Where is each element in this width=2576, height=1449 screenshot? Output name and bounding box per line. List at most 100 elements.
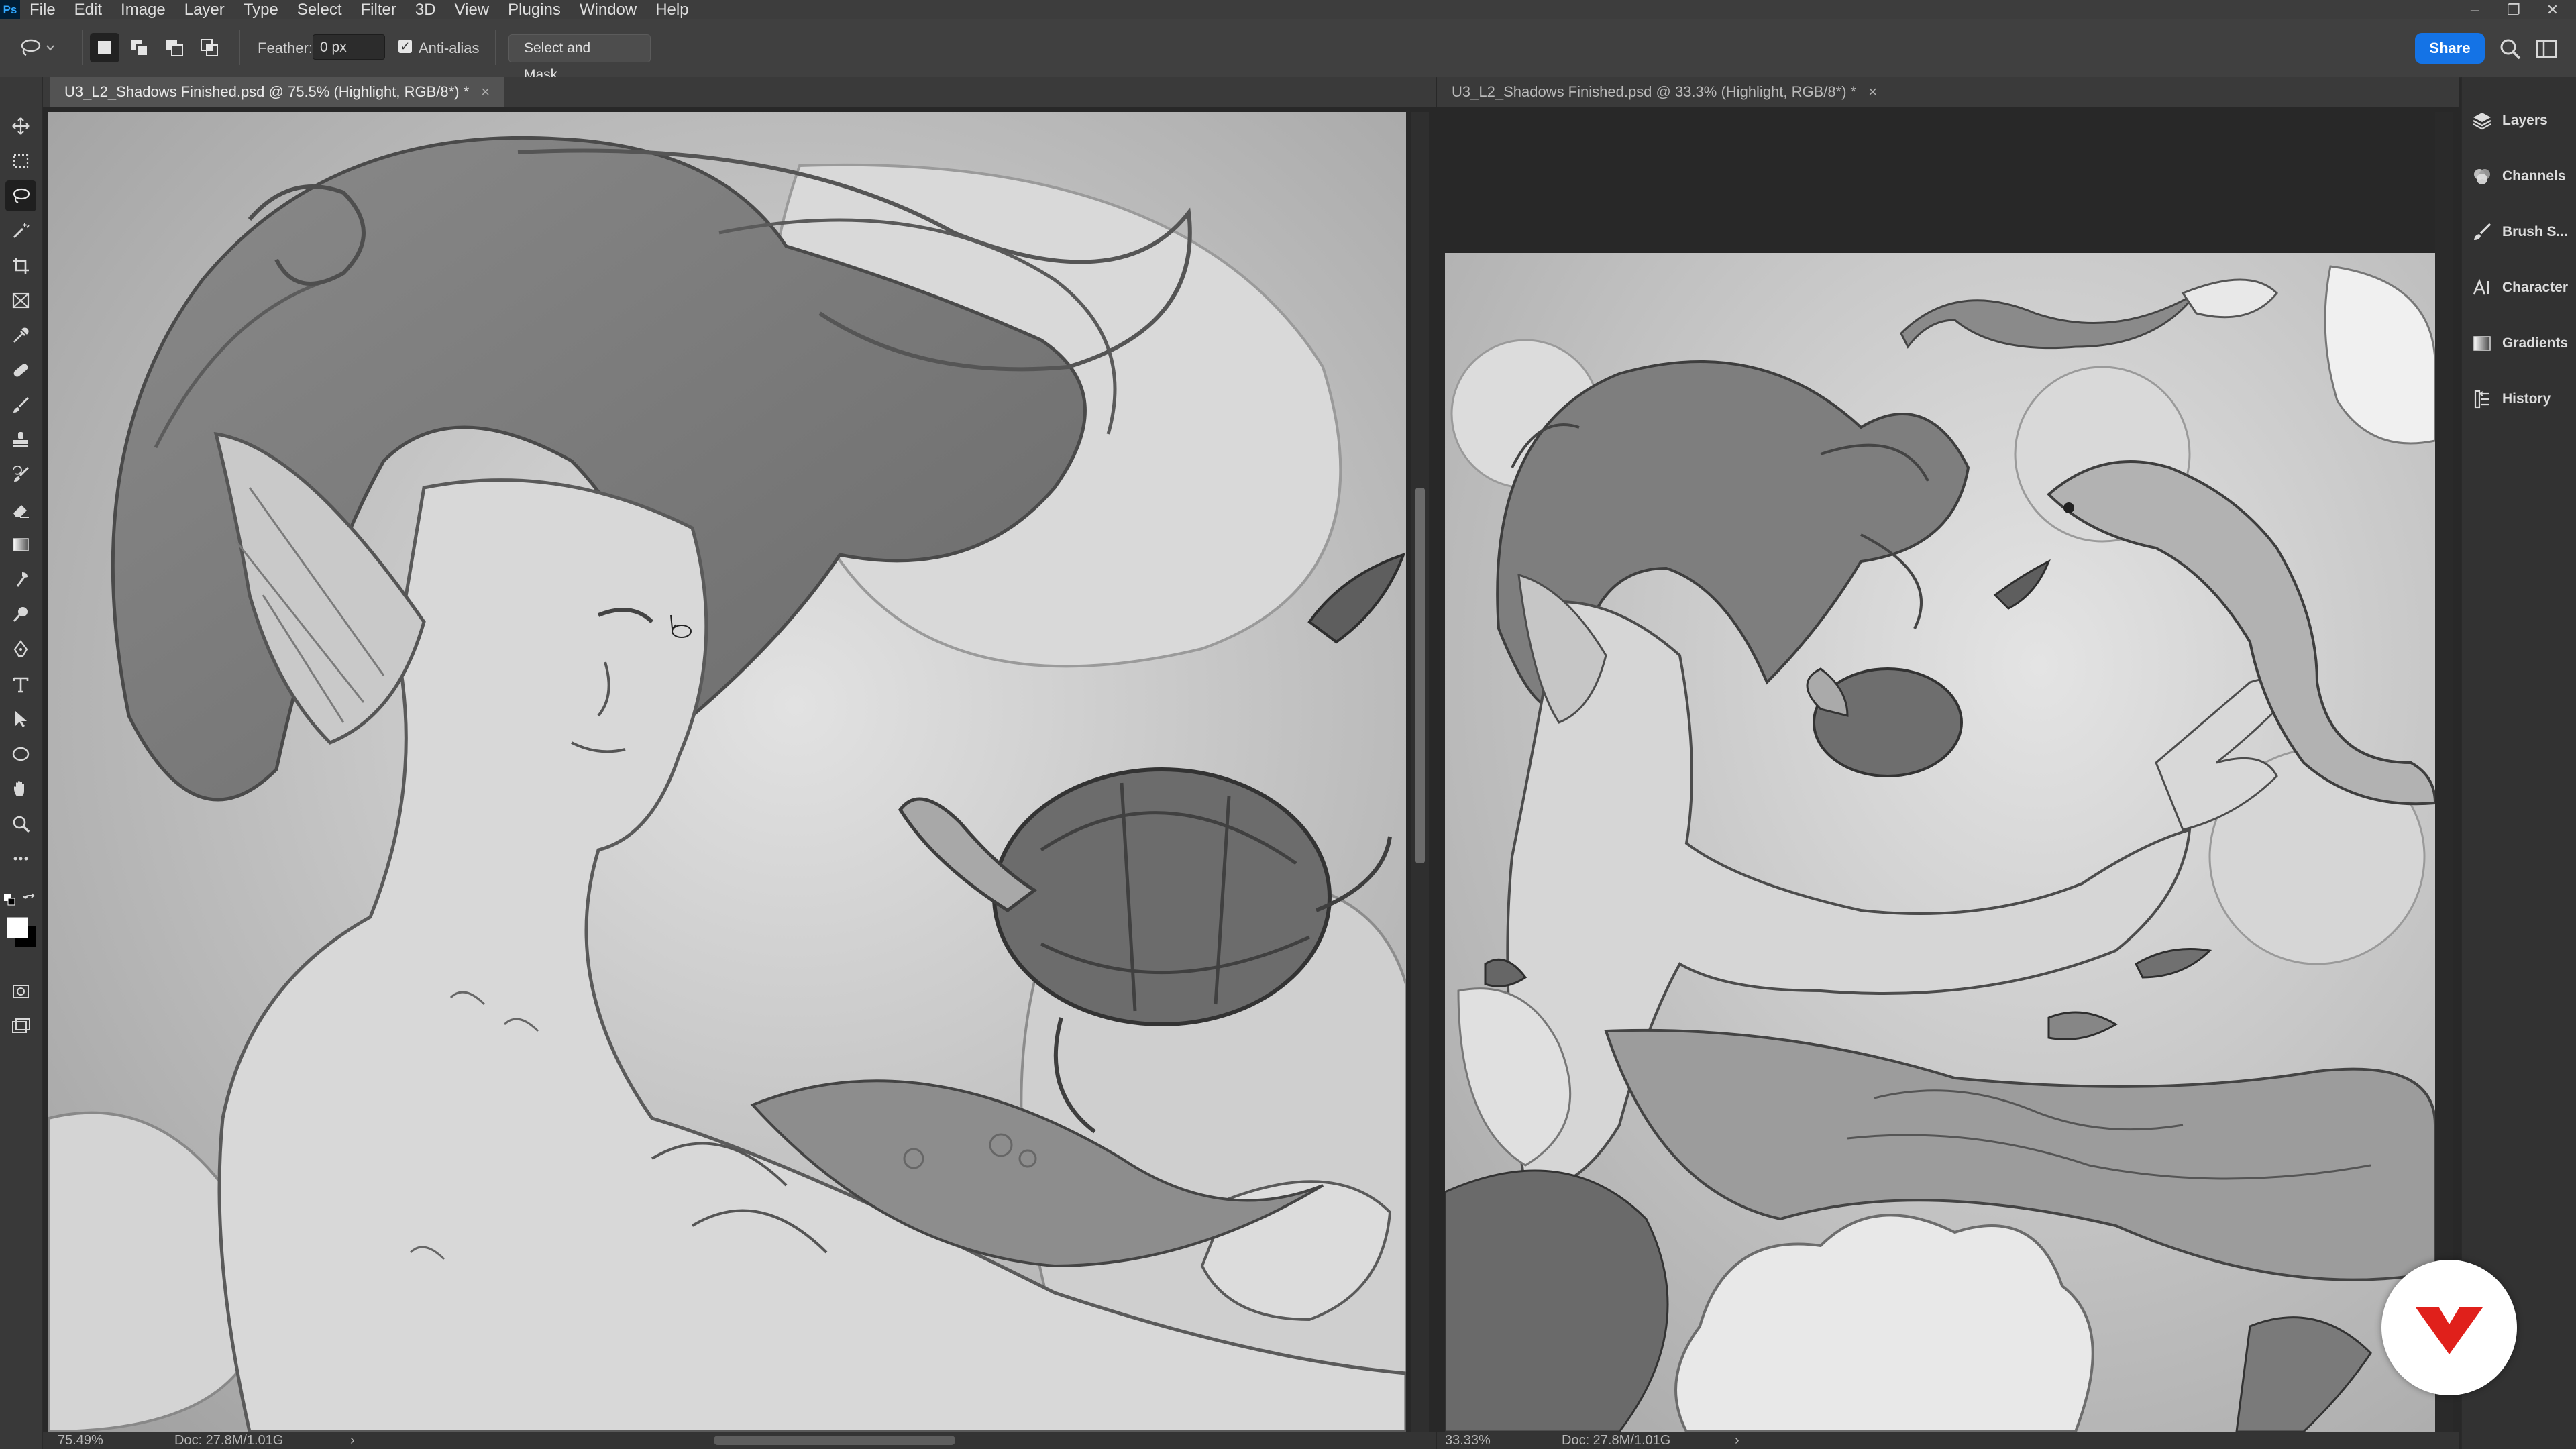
menu-edit[interactable]: Edit (65, 0, 111, 19)
anti-alias-checkbox[interactable]: ✓ (398, 40, 412, 53)
swap-colors-icon[interactable] (23, 893, 38, 908)
gradients-icon (2473, 336, 2491, 351)
new-selection-button[interactable] (90, 33, 119, 62)
screen-mode-button[interactable] (5, 1011, 36, 1042)
quick-mask-icon (13, 985, 29, 998)
lasso-icon (21, 39, 41, 56)
quick-mask-button[interactable] (5, 976, 36, 1007)
close-tab-icon[interactable]: × (1868, 83, 1877, 100)
brush-settings-icon (2474, 223, 2491, 240)
history-brush-icon (13, 465, 30, 482)
type-tool[interactable] (5, 669, 36, 700)
blur-tool[interactable] (5, 564, 36, 595)
status-menu-arrow[interactable]: › (1735, 1432, 1739, 1449)
anti-alias-label: Anti-alias (419, 40, 480, 56)
panel-label: Layers (2502, 113, 2548, 128)
minimize-button[interactable]: – (2455, 0, 2494, 19)
brand-logo (2381, 1260, 2517, 1395)
magic-wand-tool[interactable] (5, 215, 36, 246)
panel-label: History (2502, 391, 2551, 407)
divider (239, 30, 240, 65)
menu-help[interactable]: Help (646, 0, 698, 19)
new-selection-icon (98, 41, 111, 54)
path-select-tool[interactable] (5, 704, 36, 735)
menu-window[interactable]: Window (570, 0, 646, 19)
tool-preset-picker[interactable] (19, 33, 72, 62)
document-canvas[interactable] (1445, 253, 2435, 1432)
eyedropper-tool[interactable] (5, 320, 36, 351)
stamp-tool[interactable] (5, 425, 36, 455)
foreground-color-swatch[interactable] (7, 917, 28, 938)
panel-channels[interactable]: Channels (2471, 156, 2576, 197)
status-menu-arrow[interactable]: › (350, 1432, 355, 1449)
chevron-down-icon (46, 45, 54, 51)
gradient-icon (13, 538, 29, 551)
add-selection-icon (131, 40, 148, 56)
menu-type[interactable]: Type (234, 0, 288, 19)
lasso-tool[interactable] (5, 180, 36, 211)
frame-tool[interactable] (5, 285, 36, 316)
panel-history[interactable]: History (2471, 378, 2576, 420)
vertical-scrollbar[interactable] (2435, 112, 2453, 1432)
status-bar: 75.49% Doc: 27.8M/1.01G › (43, 1432, 1436, 1449)
intersect-selection-button[interactable] (195, 33, 224, 62)
subtract-selection-button[interactable] (160, 33, 189, 62)
menu-3d[interactable]: 3D (406, 0, 445, 19)
brush-icon (13, 396, 30, 413)
zoom-level[interactable]: 75.49% (58, 1432, 103, 1449)
menu-layer[interactable]: Layer (175, 0, 234, 19)
default-colors-icon[interactable] (3, 893, 17, 908)
panel-character[interactable]: Character (2471, 267, 2576, 309)
menu-filter[interactable]: Filter (352, 0, 406, 19)
close-tab-icon[interactable]: × (481, 83, 490, 100)
dodge-tool[interactable] (5, 599, 36, 630)
zoom-tool[interactable] (5, 808, 36, 839)
ellipse-icon (12, 747, 30, 761)
magic-wand-icon (13, 223, 30, 239)
menu-plugins[interactable]: Plugins (498, 0, 570, 19)
close-window-button[interactable]: ✕ (2533, 0, 2572, 19)
hand-tool[interactable] (5, 773, 36, 804)
add-selection-button[interactable] (125, 33, 154, 62)
divider (82, 30, 83, 65)
shape-tool[interactable] (5, 739, 36, 769)
pen-tool[interactable] (5, 634, 36, 665)
healing-tool[interactable] (5, 355, 36, 386)
menu-file[interactable]: File (20, 0, 65, 19)
menu-view[interactable]: View (445, 0, 499, 19)
zoom-level[interactable]: 33.33% (1445, 1432, 1491, 1449)
horizontal-scrollbar-thumb[interactable] (714, 1436, 955, 1445)
menu-select[interactable]: Select (288, 0, 352, 19)
character-icon (2473, 278, 2489, 295)
menu-image[interactable]: Image (111, 0, 175, 19)
document-canvas[interactable] (48, 112, 1406, 1432)
document-tab-active[interactable]: U3_L2_Shadows Finished.psd @ 75.5% (High… (50, 77, 505, 107)
restore-button[interactable]: ❐ (2494, 0, 2533, 19)
window-controls: – ❐ ✕ (2455, 0, 2572, 19)
panel-gradients[interactable]: Gradients (2471, 323, 2576, 364)
history-brush-tool[interactable] (5, 460, 36, 490)
crop-tool[interactable] (5, 250, 36, 281)
type-icon (13, 677, 29, 693)
search-icon[interactable] (2498, 37, 2522, 61)
share-button[interactable]: Share (2415, 33, 2485, 64)
doc-size: Doc: 27.8M/1.01G (174, 1433, 284, 1448)
panel-label: Channels (2502, 168, 2566, 184)
eraser-tool[interactable] (5, 494, 36, 525)
panel-brush-settings[interactable]: Brush S... (2471, 211, 2576, 253)
more-tools[interactable] (5, 843, 36, 874)
vertical-scrollbar[interactable] (1411, 112, 1429, 1432)
feather-input[interactable]: 0 px (313, 34, 385, 60)
eraser-icon (13, 505, 29, 518)
brush-tool[interactable] (5, 390, 36, 421)
options-bar: Feather: 0 px ✓ Anti-alias Select and Ma… (0, 19, 2576, 83)
menu-bar: Ps File Edit Image Layer Type Select Fil… (0, 0, 2576, 19)
move-tool[interactable] (5, 111, 36, 142)
document-tab-inactive[interactable]: U3_L2_Shadows Finished.psd @ 33.3% (High… (1437, 77, 1892, 107)
marquee-tool[interactable] (5, 146, 36, 176)
gradient-tool[interactable] (5, 529, 36, 560)
workspace-icon[interactable] (2534, 37, 2559, 61)
scrollbar-thumb[interactable] (1415, 488, 1425, 863)
panel-layers[interactable]: Layers (2471, 100, 2576, 142)
select-and-mask-button[interactable]: Select and Mask... (508, 34, 651, 83)
